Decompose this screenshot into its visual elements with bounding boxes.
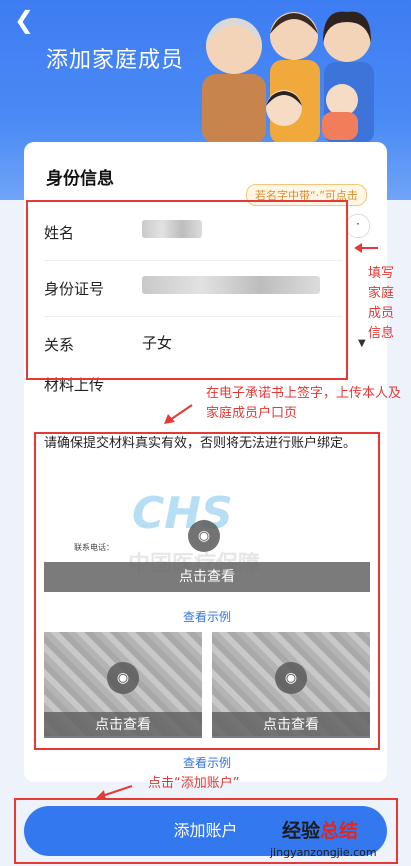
annotation-upload-tip: 在电子承诺书上签字，上传本人及家庭成员户口页 [206,386,402,421]
annotation-fill-info: 填写 家庭 成员 信息 [368,266,395,341]
annotation-click-add: 点击“添加账户” [148,776,240,791]
annotation-arrows [96,243,378,800]
